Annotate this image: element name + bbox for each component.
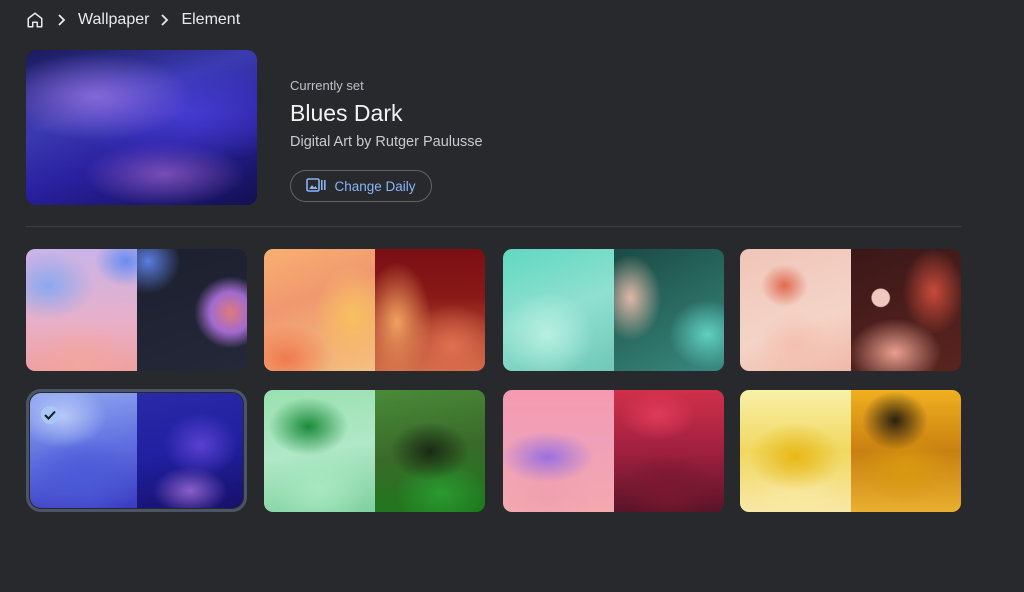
divider xyxy=(26,226,962,227)
change-daily-label: Change Daily xyxy=(334,178,416,194)
selected-check-icon xyxy=(41,406,59,424)
wallpaper-tile-7[interactable] xyxy=(503,390,724,512)
wallpaper-credit: Digital Art by Rutger Paulusse xyxy=(290,134,483,150)
chevron-right-icon xyxy=(52,14,72,26)
breadcrumb: Wallpaper Element xyxy=(24,8,240,32)
breadcrumb-wallpaper[interactable]: Wallpaper xyxy=(78,11,149,29)
wallpaper-title: Blues Dark xyxy=(290,100,403,126)
current-wallpaper-preview xyxy=(26,50,257,205)
currently-set-label: Currently set xyxy=(290,78,364,93)
wallpaper-tile-1[interactable] xyxy=(26,249,247,371)
wallpaper-tile-2[interactable] xyxy=(264,249,485,371)
wallpaper-tile-4[interactable] xyxy=(740,249,961,371)
wallpaper-tile-5[interactable] xyxy=(26,389,247,512)
home-icon[interactable] xyxy=(24,9,46,31)
image-sequence-icon xyxy=(306,177,327,195)
breadcrumb-element: Element xyxy=(181,11,241,28)
wallpaper-tile-8[interactable] xyxy=(740,390,961,512)
wallpaper-tile-3[interactable] xyxy=(503,249,724,371)
wallpaper-tile-6[interactable] xyxy=(264,390,485,512)
chevron-right-icon xyxy=(155,14,175,26)
change-daily-button[interactable]: Change Daily xyxy=(290,170,432,202)
